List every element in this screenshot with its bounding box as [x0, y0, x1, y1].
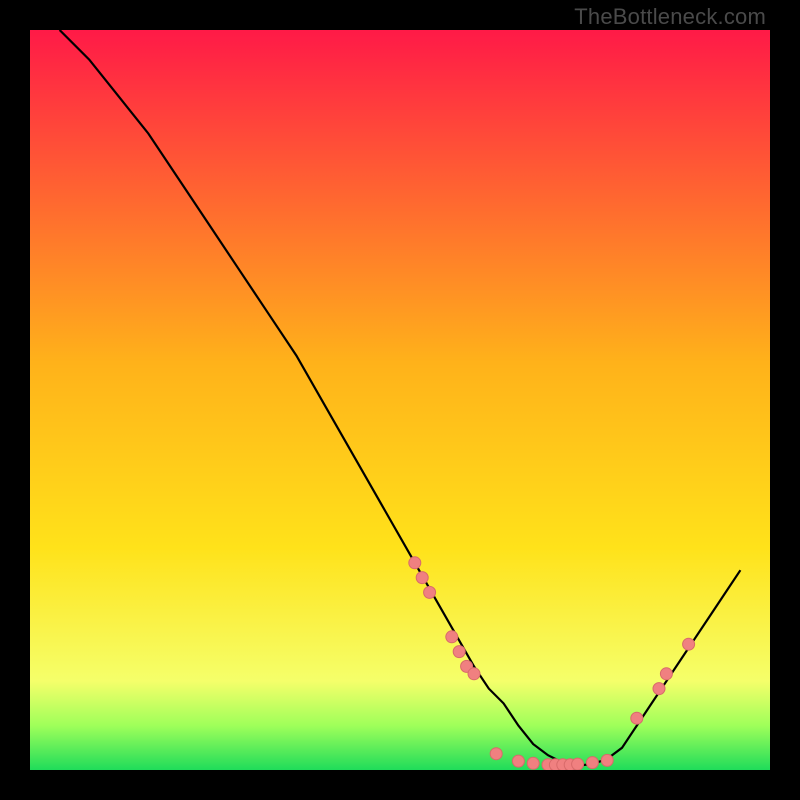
data-point: [512, 755, 524, 767]
data-point: [601, 754, 613, 766]
data-point: [631, 712, 643, 724]
data-point: [409, 557, 421, 569]
chart-frame: [30, 30, 770, 770]
watermark-text: TheBottleneck.com: [574, 4, 766, 30]
data-point: [660, 668, 672, 680]
plot-background: [30, 30, 770, 770]
data-point: [468, 668, 480, 680]
data-point: [653, 683, 665, 695]
data-point: [446, 631, 458, 643]
data-point: [490, 748, 502, 760]
data-point: [572, 758, 584, 770]
data-point: [586, 757, 598, 769]
data-point: [416, 572, 428, 584]
chart-svg: [30, 30, 770, 770]
data-point: [527, 757, 539, 769]
data-point: [683, 638, 695, 650]
data-point: [453, 646, 465, 658]
data-point: [424, 586, 436, 598]
